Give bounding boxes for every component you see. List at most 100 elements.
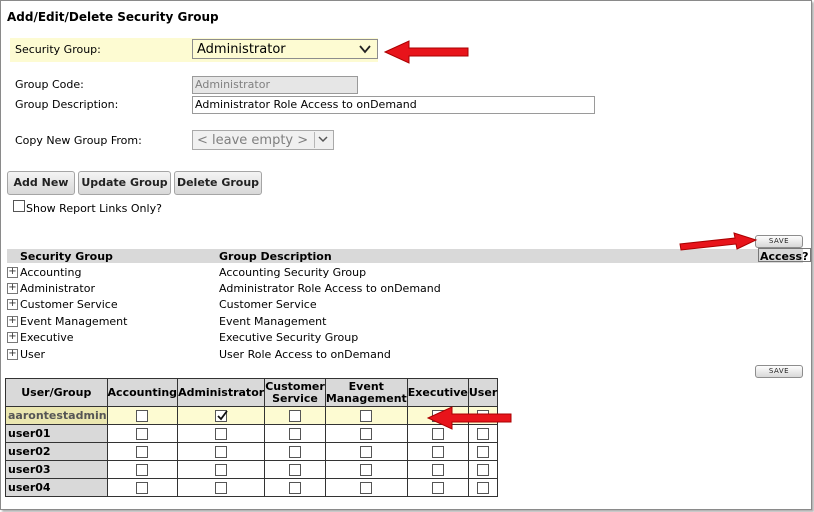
grid-col-header: Executive xyxy=(406,378,469,407)
chevron-down-icon xyxy=(318,136,328,143)
access-checkbox[interactable] xyxy=(215,464,228,476)
grid-cell xyxy=(264,442,326,461)
group-name: Administrator xyxy=(20,282,95,295)
access-checkbox[interactable] xyxy=(215,446,228,458)
grid-cell xyxy=(264,460,326,479)
grid-col-header: Accounting xyxy=(106,378,179,407)
access-checkbox[interactable] xyxy=(289,464,301,476)
save-button-top[interactable]: SAVE xyxy=(755,235,803,248)
group-description-label: Group Description: xyxy=(15,98,119,111)
security-group-value: Administrator xyxy=(197,42,286,57)
grid-cell xyxy=(467,478,499,497)
grid-cell xyxy=(106,406,179,425)
grid-cell xyxy=(177,406,266,425)
grid-cell xyxy=(177,460,266,479)
access-checkbox[interactable] xyxy=(360,482,373,494)
grid-cell xyxy=(106,424,179,443)
page-title: Add/Edit/Delete Security Group xyxy=(7,10,219,24)
group-description: Accounting Security Group xyxy=(219,266,367,279)
group-code-field: Administrator xyxy=(192,76,358,94)
access-checkbox[interactable] xyxy=(215,482,228,494)
access-checkbox[interactable] xyxy=(289,428,301,440)
access-checkbox[interactable] xyxy=(136,464,149,476)
access-checkbox[interactable] xyxy=(431,464,444,476)
grid-cell xyxy=(467,460,499,479)
access-checkbox[interactable] xyxy=(136,428,149,440)
grid-cell xyxy=(406,460,469,479)
group-code-label: Group Code: xyxy=(15,78,84,91)
grid-user-name: user01 xyxy=(5,424,108,443)
security-group-label: Security Group: xyxy=(15,43,101,56)
report-links-label: Show Report Links Only? xyxy=(26,202,162,215)
grid-cell xyxy=(177,478,266,497)
plus-icon[interactable]: + xyxy=(7,283,18,294)
access-checkbox[interactable] xyxy=(289,482,301,494)
access-checkbox[interactable] xyxy=(431,446,444,458)
report-links-checkbox[interactable] xyxy=(13,200,25,212)
access-checkbox[interactable] xyxy=(477,482,490,494)
copy-from-label: Copy New Group From: xyxy=(15,134,142,147)
group-description: User Role Access to onDemand xyxy=(219,348,391,361)
group-name: Executive xyxy=(20,331,74,344)
access-checkbox[interactable] xyxy=(360,428,373,440)
grid-cell xyxy=(324,424,408,443)
grid-row: user02 xyxy=(5,442,499,461)
group-name: Event Management xyxy=(20,315,128,328)
grid-cell xyxy=(106,460,179,479)
grid-cell xyxy=(406,478,469,497)
group-name: User xyxy=(20,348,46,361)
grid-row: user04 xyxy=(5,478,499,497)
plus-icon[interactable]: + xyxy=(7,299,18,310)
dropdown-button xyxy=(314,132,332,148)
group-description: Executive Security Group xyxy=(219,331,359,344)
grid-cell xyxy=(177,424,266,443)
access-checkbox[interactable] xyxy=(477,446,490,458)
access-checkbox[interactable] xyxy=(136,446,149,458)
grid-cell xyxy=(324,442,408,461)
delete-group-button[interactable]: Delete Group xyxy=(174,171,262,195)
access-checkbox[interactable] xyxy=(431,482,444,494)
save-button-bottom[interactable]: SAVE xyxy=(755,365,803,378)
grid-cell xyxy=(106,478,179,497)
add-new-button[interactable]: Add New xyxy=(7,171,75,195)
red-arrow-icon xyxy=(426,406,512,430)
grid-corner-header: User/Group xyxy=(5,378,108,407)
access-checkbox[interactable] xyxy=(360,446,373,458)
grid-body: aarontestadmin user01 user02 user03 user04 xyxy=(5,406,499,497)
grid-col-header: Administrator xyxy=(177,378,266,407)
security-group-select[interactable]: Administrator xyxy=(192,39,378,59)
grid-cell xyxy=(467,442,499,461)
grid-user-name: user04 xyxy=(5,478,108,497)
access-checkbox[interactable] xyxy=(136,410,149,422)
grid-cell xyxy=(177,442,266,461)
grid-user-name: user02 xyxy=(5,442,108,461)
plus-icon[interactable]: + xyxy=(7,332,18,343)
plus-icon[interactable]: + xyxy=(7,349,18,360)
grid-cell xyxy=(264,406,326,425)
grid-header-row: User/Group Accounting Administrator Cust… xyxy=(5,378,499,407)
plus-icon[interactable]: + xyxy=(7,316,18,327)
access-checkbox[interactable] xyxy=(477,464,490,476)
grid-cell xyxy=(264,424,326,443)
access-checkbox[interactable] xyxy=(360,410,373,422)
red-arrow-icon xyxy=(679,232,758,251)
group-name: Accounting xyxy=(20,266,82,279)
grid-user-name: user03 xyxy=(5,460,108,479)
access-checkbox[interactable] xyxy=(136,482,149,494)
header-group-description: Group Description xyxy=(219,250,332,263)
grid-cell xyxy=(406,442,469,461)
access-checkbox[interactable] xyxy=(215,410,228,422)
grid-cell xyxy=(324,406,408,425)
grid-user-name: aarontestadmin xyxy=(5,406,108,425)
access-checkbox[interactable] xyxy=(289,446,301,458)
group-description-field[interactable]: Administrator Role Access to onDemand xyxy=(192,96,595,114)
grid-row: user01 xyxy=(5,424,499,443)
copy-from-select: < leave empty > xyxy=(192,130,334,150)
copy-from-value: < leave empty > xyxy=(197,133,309,148)
access-checkbox[interactable] xyxy=(360,464,373,476)
access-checkbox[interactable] xyxy=(215,428,228,440)
grid-cell xyxy=(324,478,408,497)
access-checkbox[interactable] xyxy=(289,410,301,422)
update-group-button[interactable]: Update Group xyxy=(78,171,171,195)
plus-icon[interactable]: + xyxy=(7,267,18,278)
